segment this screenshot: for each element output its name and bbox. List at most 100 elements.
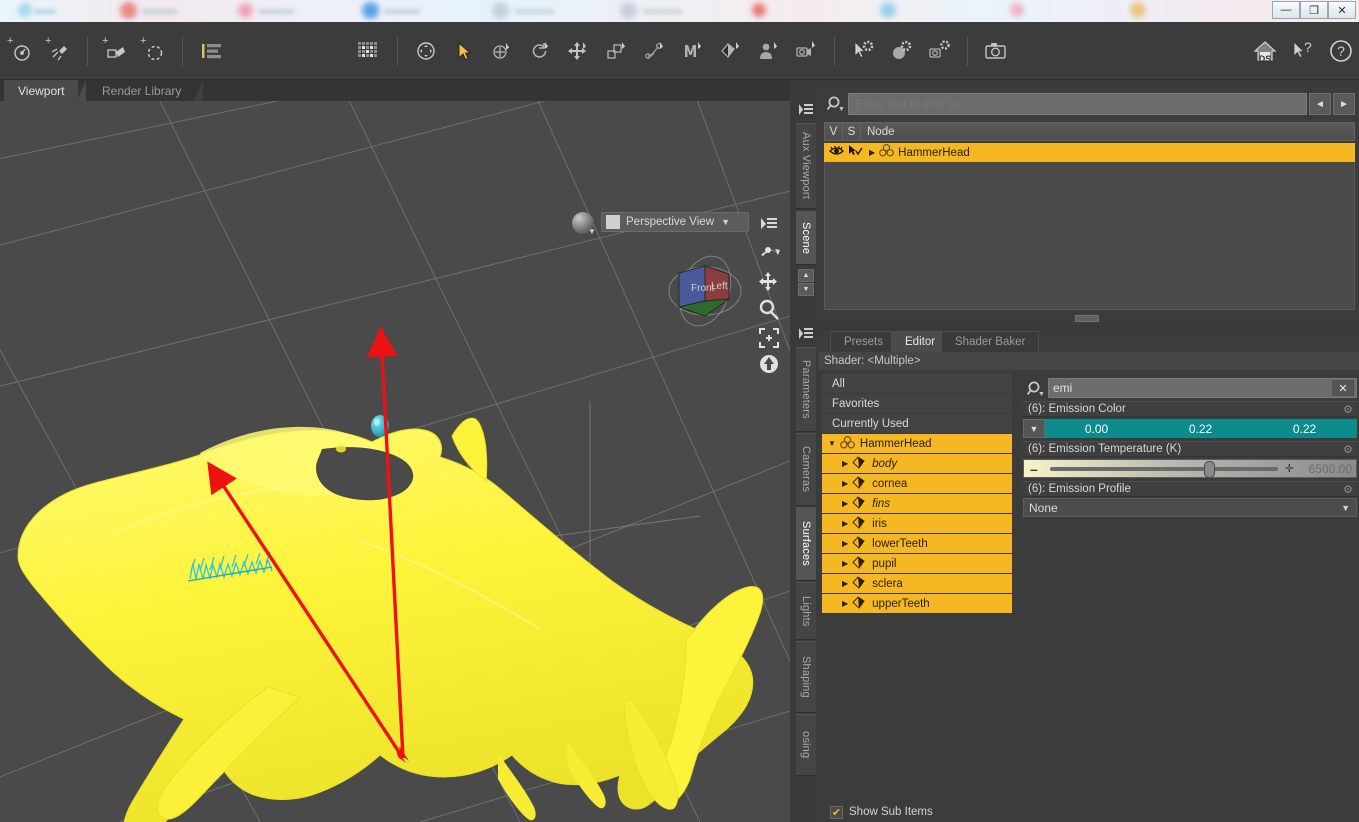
column-header-node[interactable]: Node [861,123,1354,140]
rail-tab-compositing[interactable]: osing [796,714,816,776]
search-dropdown-caret-icon[interactable]: ▼ [838,106,845,113]
emission-temperature-value[interactable]: 6500.00 [1309,462,1352,476]
rail-scroll-down-button[interactable]: ▼ [798,283,814,296]
orbit-view-icon[interactable] [756,241,782,267]
help-circle-icon[interactable]: ? [1324,34,1358,68]
shader-item-lowerteeth[interactable]: ▶ lowerTeeth [822,534,1012,554]
shader-item-iris[interactable]: ▶ iris [822,514,1012,534]
emission-color-dropdown-button[interactable]: ▼ [1023,419,1045,438]
character-tool-icon[interactable] [751,34,785,68]
shading-mode-caret-icon[interactable]: ▼ [588,227,596,236]
gear-icon-3[interactable]: ⚙ [1343,483,1353,496]
expand-triangle-icon[interactable]: ▶ [842,459,848,468]
navigation-cube[interactable]: Front Left [665,251,745,331]
element-move-icon[interactable] [485,34,519,68]
select-tool-icon[interactable] [447,34,481,68]
select-settings-icon[interactable] [846,34,880,68]
reset-view-icon[interactable] [756,351,782,377]
bone-tool-icon[interactable] [637,34,671,68]
fit-view-icon[interactable] [756,325,782,351]
expand-triangle-icon[interactable]: ▶ [842,579,848,588]
filter-next-button[interactable]: ► [1333,93,1355,115]
camera-tool-icon[interactable] [789,34,823,68]
shader-group-currently-used[interactable]: Currently Used [822,414,1012,434]
zoom-view-icon[interactable] [756,297,782,323]
property-search-icon[interactable]: ▼ [1026,380,1046,398]
show-sub-items-row[interactable]: ✔ Show Sub Items [822,802,1012,822]
restore-button[interactable]: ❐ [1300,1,1328,19]
shader-group-list[interactable]: All Favorites Currently Used ▼ HammerHea… [822,374,1012,614]
expand-triangle-icon[interactable]: ▶ [842,479,848,488]
grid-icon[interactable] [352,34,386,68]
scale-tool-icon[interactable] [599,34,633,68]
scene-tree-row-hammerhead[interactable]: ▶ HammerHead [824,143,1355,162]
scene-filter-input[interactable] [848,93,1307,115]
expand-triangle-icon[interactable]: ▶ [842,559,848,568]
shader-item-upperteeth[interactable]: ▶ upperTeeth [822,594,1012,614]
emission-color-row[interactable]: ▼ 0.00 0.22 0.22 [1023,419,1357,438]
clear-search-button[interactable]: ✕ [1331,379,1355,397]
expand-triangle-icon[interactable]: ▶ [842,499,848,508]
temperature-slider-knob[interactable] [1204,461,1215,478]
panel-splitter-handle[interactable] [1075,315,1099,322]
collapse-triangle-icon[interactable]: ▼ [828,439,836,448]
rotate-tool-icon[interactable] [523,34,557,68]
search-icon[interactable]: ▼ [826,95,846,113]
camera-settings-icon[interactable] [922,34,956,68]
view-mode-dropdown[interactable]: Perspective View ▼ [601,212,749,232]
pan-view-icon[interactable] [756,269,782,295]
3d-viewport[interactable]: ▼ Perspective View ▼ Front Left [0,101,790,822]
shader-item-cornea[interactable]: ▶ cornea [822,474,1012,494]
emission-temperature-slider[interactable]: – ✛ 6500.00 [1023,459,1357,478]
orbit-icon[interactable] [409,34,443,68]
viewport-options-icon[interactable] [756,211,782,237]
temperature-slider-track[interactable] [1050,466,1278,471]
scene-filter-bar[interactable]: ◄ ► [848,93,1355,115]
property-search-caret-icon[interactable]: ▼ [1038,391,1045,398]
polygon-tool-icon[interactable] [713,34,747,68]
gear-icon[interactable]: ⚙ [1343,403,1353,416]
close-button[interactable]: ✕ [1328,1,1356,19]
material-settings-icon[interactable] [884,34,918,68]
filter-prev-button[interactable]: ◄ [1309,93,1331,115]
emission-color-g[interactable]: 0.22 [1149,419,1253,438]
emission-profile-dropdown[interactable]: None ▼ [1023,498,1357,517]
minimize-button[interactable]: — [1272,1,1300,19]
shader-tree-icon[interactable] [194,34,228,68]
gear-icon-2[interactable]: ⚙ [1343,443,1353,456]
expand-triangle-icon[interactable]: ▶ [842,519,848,528]
window-controls[interactable]: — ❐ ✕ [1272,1,1356,19]
rail-menu-icon[interactable] [798,103,814,119]
shader-item-body[interactable]: ▶ body [822,454,1012,474]
shader-list-empty-area[interactable] [822,614,1012,800]
emission-color-r[interactable]: 0.00 [1045,419,1149,438]
emission-color-b[interactable]: 0.22 [1253,419,1357,438]
selection-cursor-icon[interactable] [848,144,864,162]
tab-viewport[interactable]: Viewport [4,80,88,101]
property-search-field[interactable]: emi ✕ [1048,378,1357,398]
add-light-icon[interactable]: + [42,34,76,68]
rail-menu-icon-2[interactable] [798,327,814,343]
rail-tab-lights[interactable]: Lights [796,582,816,640]
temperature-plus-button[interactable]: ✛ [1285,462,1294,475]
shader-group-favorites[interactable]: Favorites [822,394,1012,414]
column-header-visibility[interactable]: V [825,123,843,140]
show-sub-items-checkbox[interactable]: ✔ [830,805,843,819]
tab-render-library[interactable]: Render Library [88,80,204,101]
add-render-item-icon[interactable]: + [4,34,38,68]
shader-group-all[interactable]: All [822,374,1012,394]
add-environment-icon[interactable]: + [137,34,171,68]
visibility-eye-icon[interactable] [829,144,844,162]
rail-tab-shaping[interactable]: Shaping [796,641,816,713]
shader-item-sclera[interactable]: ▶ sclera [822,574,1012,594]
scene-tree-body[interactable] [824,162,1355,310]
rail-tab-cameras[interactable]: Cameras [796,433,816,506]
rail-scroll-up-button[interactable]: ▲ [798,269,814,282]
tab-presets[interactable]: Presets [830,331,897,352]
shader-item-pupil[interactable]: ▶ pupil [822,554,1012,574]
shader-item-fins[interactable]: ▶ fins [822,494,1012,514]
shader-item-hammerhead[interactable]: ▼ HammerHead [822,434,1012,454]
render-camera-icon[interactable] [979,34,1013,68]
expand-triangle-icon[interactable]: ▶ [842,599,848,608]
expand-triangle-icon[interactable]: ▶ [869,148,875,157]
